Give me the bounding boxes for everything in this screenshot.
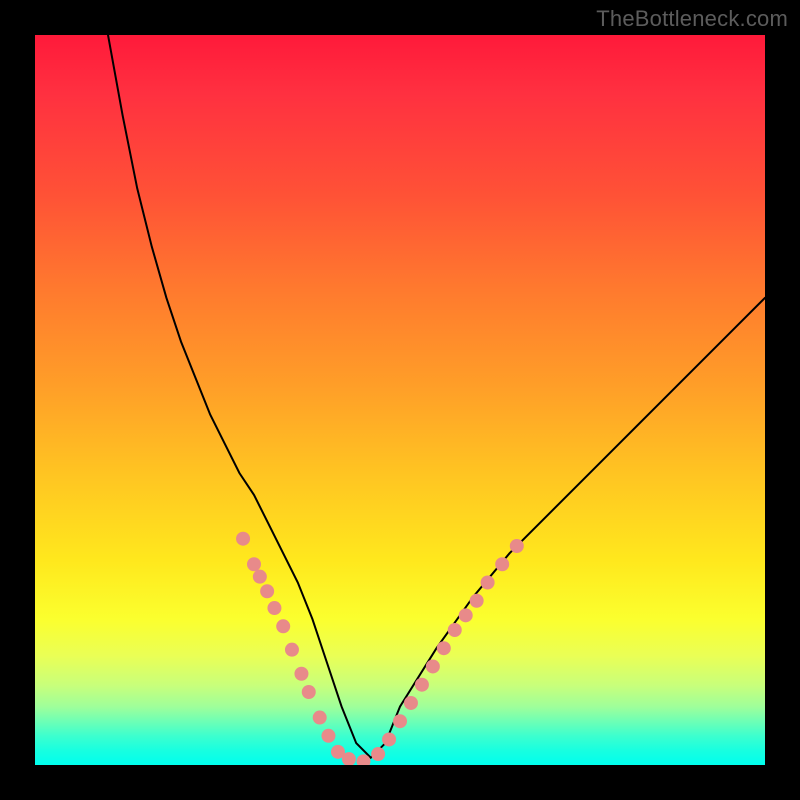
marker-dot [236,532,250,546]
marker-dot [294,667,308,681]
marker-dot [276,619,290,633]
marker-dot [404,696,418,710]
marker-dot [371,747,385,761]
curve-layer [35,35,765,765]
chart-frame: TheBottleneck.com [0,0,800,800]
marker-dot [470,594,484,608]
marker-dot [510,539,524,553]
marker-dot [437,641,451,655]
marker-dot [426,659,440,673]
marker-dot [459,608,473,622]
marker-dot [285,643,299,657]
marker-dot [448,623,462,637]
curve-line [108,35,765,758]
watermark-text: TheBottleneck.com [596,6,788,32]
marker-dot [382,732,396,746]
marker-dot [313,711,327,725]
marker-dot [247,557,261,571]
marker-dot [321,729,335,743]
marker-dot [415,678,429,692]
marker-dot [495,557,509,571]
plot-area [35,35,765,765]
marker-dot [302,685,316,699]
marker-dot [393,714,407,728]
marker-dot [260,584,274,598]
marker-dot [253,570,267,584]
marker-dot [267,601,281,615]
marker-dot [481,576,495,590]
marker-group [236,532,524,765]
